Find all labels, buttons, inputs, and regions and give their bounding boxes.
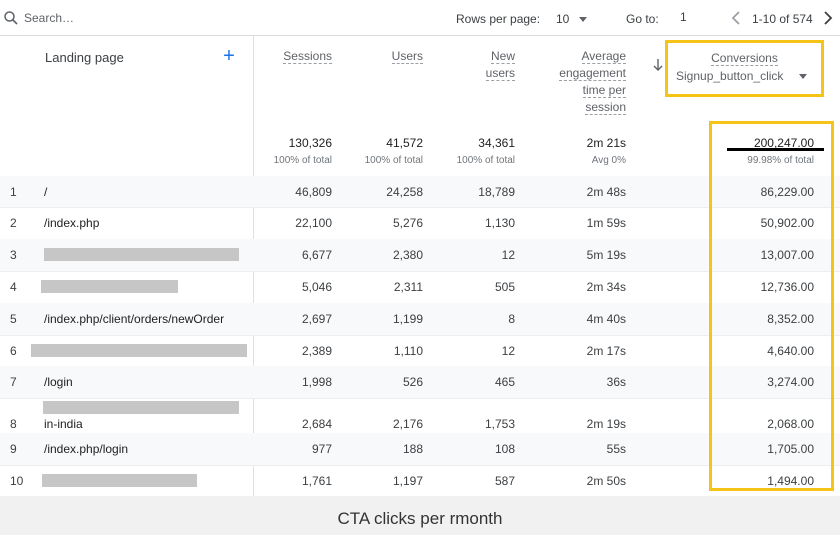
avg-engagement-pct: Avg 0% <box>591 155 626 166</box>
cell-aet: 2m 34s <box>586 280 626 294</box>
total-new-users-pct: 100% of total <box>456 155 515 166</box>
add-dimension-button[interactable]: + <box>220 46 238 66</box>
rows-per-page-value: 10 <box>556 12 570 26</box>
row-number: 6 <box>10 344 17 358</box>
row-number: 10 <box>10 474 24 488</box>
sort-descending-icon[interactable] <box>652 58 664 72</box>
cell-sessions: 1,761 <box>301 474 332 488</box>
cell-new-users: 12 <box>501 248 515 262</box>
redacted-block <box>44 248 239 261</box>
cell-sessions: 5,046 <box>301 280 332 294</box>
redacted-block <box>43 401 239 414</box>
cell-aet: 2m 19s <box>586 417 626 431</box>
previous-page-icon[interactable] <box>728 9 744 27</box>
landing-page-link[interactable]: / <box>44 185 47 199</box>
redacted-block <box>42 474 197 487</box>
conversion-event-select[interactable]: Signup_button_click <box>676 69 783 83</box>
cell-users: 5,276 <box>392 216 423 230</box>
redacted-block <box>31 344 247 357</box>
row-number: 1 <box>10 185 17 199</box>
total-sessions-pct: 100% of total <box>273 155 332 166</box>
cell-sessions: 977 <box>311 442 332 456</box>
cell-sessions: 2,389 <box>301 344 332 358</box>
search-input[interactable] <box>24 8 224 28</box>
cell-aet: 2m 17s <box>586 344 626 358</box>
total-sessions: 130,326 <box>288 136 332 150</box>
avg-engagement-time: 2m 21s <box>586 136 626 150</box>
users-header[interactable]: Users <box>360 48 423 65</box>
landing-page-link[interactable]: /index.php <box>44 216 99 230</box>
cell-aet: 55s <box>606 442 626 456</box>
cell-users: 24,258 <box>386 185 423 199</box>
cell-new-users: 587 <box>494 474 515 488</box>
cell-users: 2,176 <box>392 417 423 431</box>
landing-page-link[interactable]: /index.php/client/orders/newOrder <box>44 312 224 326</box>
search-icon[interactable] <box>2 9 20 27</box>
rows-per-page-select[interactable]: 10 <box>556 10 592 28</box>
cell-users: 2,311 <box>393 280 423 294</box>
row-number: 3 <box>10 248 17 262</box>
cell-aet: 4m 40s <box>586 312 626 326</box>
row-number: 7 <box>10 375 17 389</box>
cell-new-users: 18,789 <box>478 185 515 199</box>
conversions-highlight-box <box>709 121 834 491</box>
cell-aet: 1m 59s <box>586 216 626 230</box>
cell-new-users: 465 <box>494 375 515 389</box>
cell-new-users: 12 <box>501 344 515 358</box>
cell-users: 526 <box>402 375 423 389</box>
cell-users: 188 <box>402 442 423 456</box>
next-page-icon[interactable] <box>820 9 836 27</box>
total-new-users: 34,361 <box>478 136 515 150</box>
goto-page-input[interactable]: 1 <box>680 10 710 28</box>
conversions-title: Conversions <box>711 51 778 66</box>
cell-users: 2,380 <box>392 248 423 262</box>
avg-engagement-header[interactable]: Average engagement time per session <box>540 48 626 116</box>
chevron-down-icon <box>579 17 587 22</box>
cell-sessions: 2,684 <box>301 417 332 431</box>
cell-aet: 5m 19s <box>586 248 626 262</box>
row-number: 8 <box>10 417 17 431</box>
cell-new-users: 8 <box>508 312 515 326</box>
total-users-pct: 100% of total <box>364 155 423 166</box>
conversions-header[interactable]: Conversions Signup_button_click <box>665 40 824 97</box>
landing-page-header[interactable]: Landing page <box>45 50 124 65</box>
table-toolbar: Rows per page: 10 Go to: 1 1-10 of 574 <box>0 0 840 36</box>
cell-aet: 2m 50s <box>586 474 626 488</box>
cell-users: 1,197 <box>392 474 423 488</box>
cell-sessions: 6,677 <box>301 248 332 262</box>
goto-label: Go to: <box>626 12 659 26</box>
rows-per-page-label: Rows per page: <box>456 12 541 26</box>
total-users: 41,572 <box>386 136 423 150</box>
cell-users: 1,110 <box>393 344 423 358</box>
cell-sessions: 1,998 <box>301 375 332 389</box>
landing-page-link[interactable]: in-india <box>44 417 83 431</box>
page-range: 1-10 of 574 <box>752 12 813 26</box>
cell-aet: 36s <box>606 375 626 389</box>
cell-new-users: 108 <box>494 442 515 456</box>
cell-new-users: 1,753 <box>484 417 515 431</box>
cell-aet: 2m 48s <box>586 185 626 199</box>
caption: CTA clicks per rmonth <box>337 509 503 528</box>
new-users-header[interactable]: New users <box>460 48 515 82</box>
landing-page-link[interactable]: /login <box>44 375 73 389</box>
row-number: 9 <box>10 442 17 456</box>
row-number: 5 <box>10 312 17 326</box>
cell-new-users: 505 <box>494 280 515 294</box>
cell-sessions: 22,100 <box>295 216 332 230</box>
cell-users: 1,199 <box>392 312 423 326</box>
cell-new-users: 1,130 <box>484 216 515 230</box>
cell-sessions: 46,809 <box>295 185 332 199</box>
chevron-down-icon[interactable] <box>799 74 807 79</box>
row-number: 4 <box>10 280 17 294</box>
cell-sessions: 2,697 <box>301 312 332 326</box>
sessions-header[interactable]: Sessions <box>270 48 332 65</box>
row-number: 2 <box>10 216 17 230</box>
redacted-block <box>41 280 178 293</box>
landing-page-link[interactable]: /index.php/login <box>44 442 128 456</box>
